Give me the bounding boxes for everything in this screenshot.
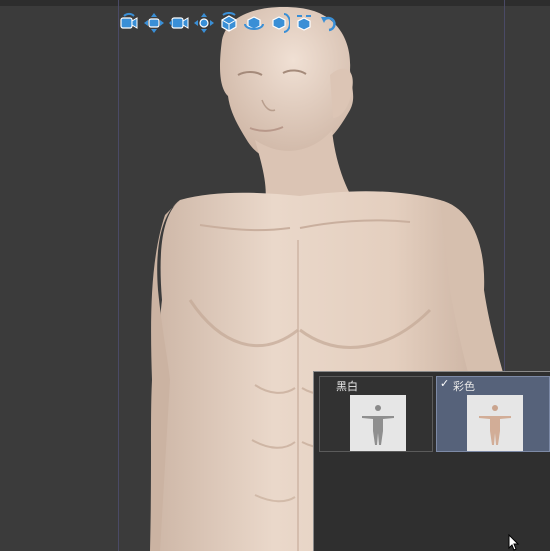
render-option-label: 彩色 [453, 380, 475, 393]
grayscale-preview-thumbnail [350, 395, 406, 451]
dolly-camera-icon [169, 17, 189, 29]
tilt-model-button[interactable] [293, 12, 315, 34]
3d-viewport[interactable]: 黑白 ✓ 彩色 [0, 0, 550, 551]
view-toolbar [118, 10, 340, 36]
rotate-camera-button[interactable] [118, 12, 140, 34]
color-preview-thumbnail [467, 395, 523, 451]
dolly-camera-button[interactable] [168, 12, 190, 34]
rotate-horizontal-button[interactable] [243, 12, 265, 34]
move-model-icon [194, 13, 214, 33]
render-option-grayscale[interactable]: 黑白 [319, 376, 433, 452]
reset-view-button[interactable] [318, 12, 340, 34]
mouse-cursor-icon [508, 534, 520, 551]
rotate-horizontal-icon [244, 16, 264, 30]
rotate-vertical-icon [272, 13, 290, 33]
rotate-model-icon [221, 12, 237, 32]
tilt-model-icon [297, 15, 311, 31]
move-model-button[interactable] [193, 12, 215, 34]
rotate-vertical-button[interactable] [268, 12, 290, 34]
render-option-label: 黑白 [336, 380, 358, 393]
render-option-color[interactable]: ✓ 彩色 [436, 376, 550, 452]
render-mode-panel: 黑白 ✓ 彩色 [313, 371, 550, 551]
pan-camera-icon [144, 13, 164, 33]
rotate-camera-icon [120, 12, 138, 29]
selected-check-icon: ✓ [440, 377, 450, 390]
pan-camera-button[interactable] [143, 12, 165, 34]
rotate-model-button[interactable] [218, 12, 240, 34]
reset-view-icon [321, 16, 336, 32]
